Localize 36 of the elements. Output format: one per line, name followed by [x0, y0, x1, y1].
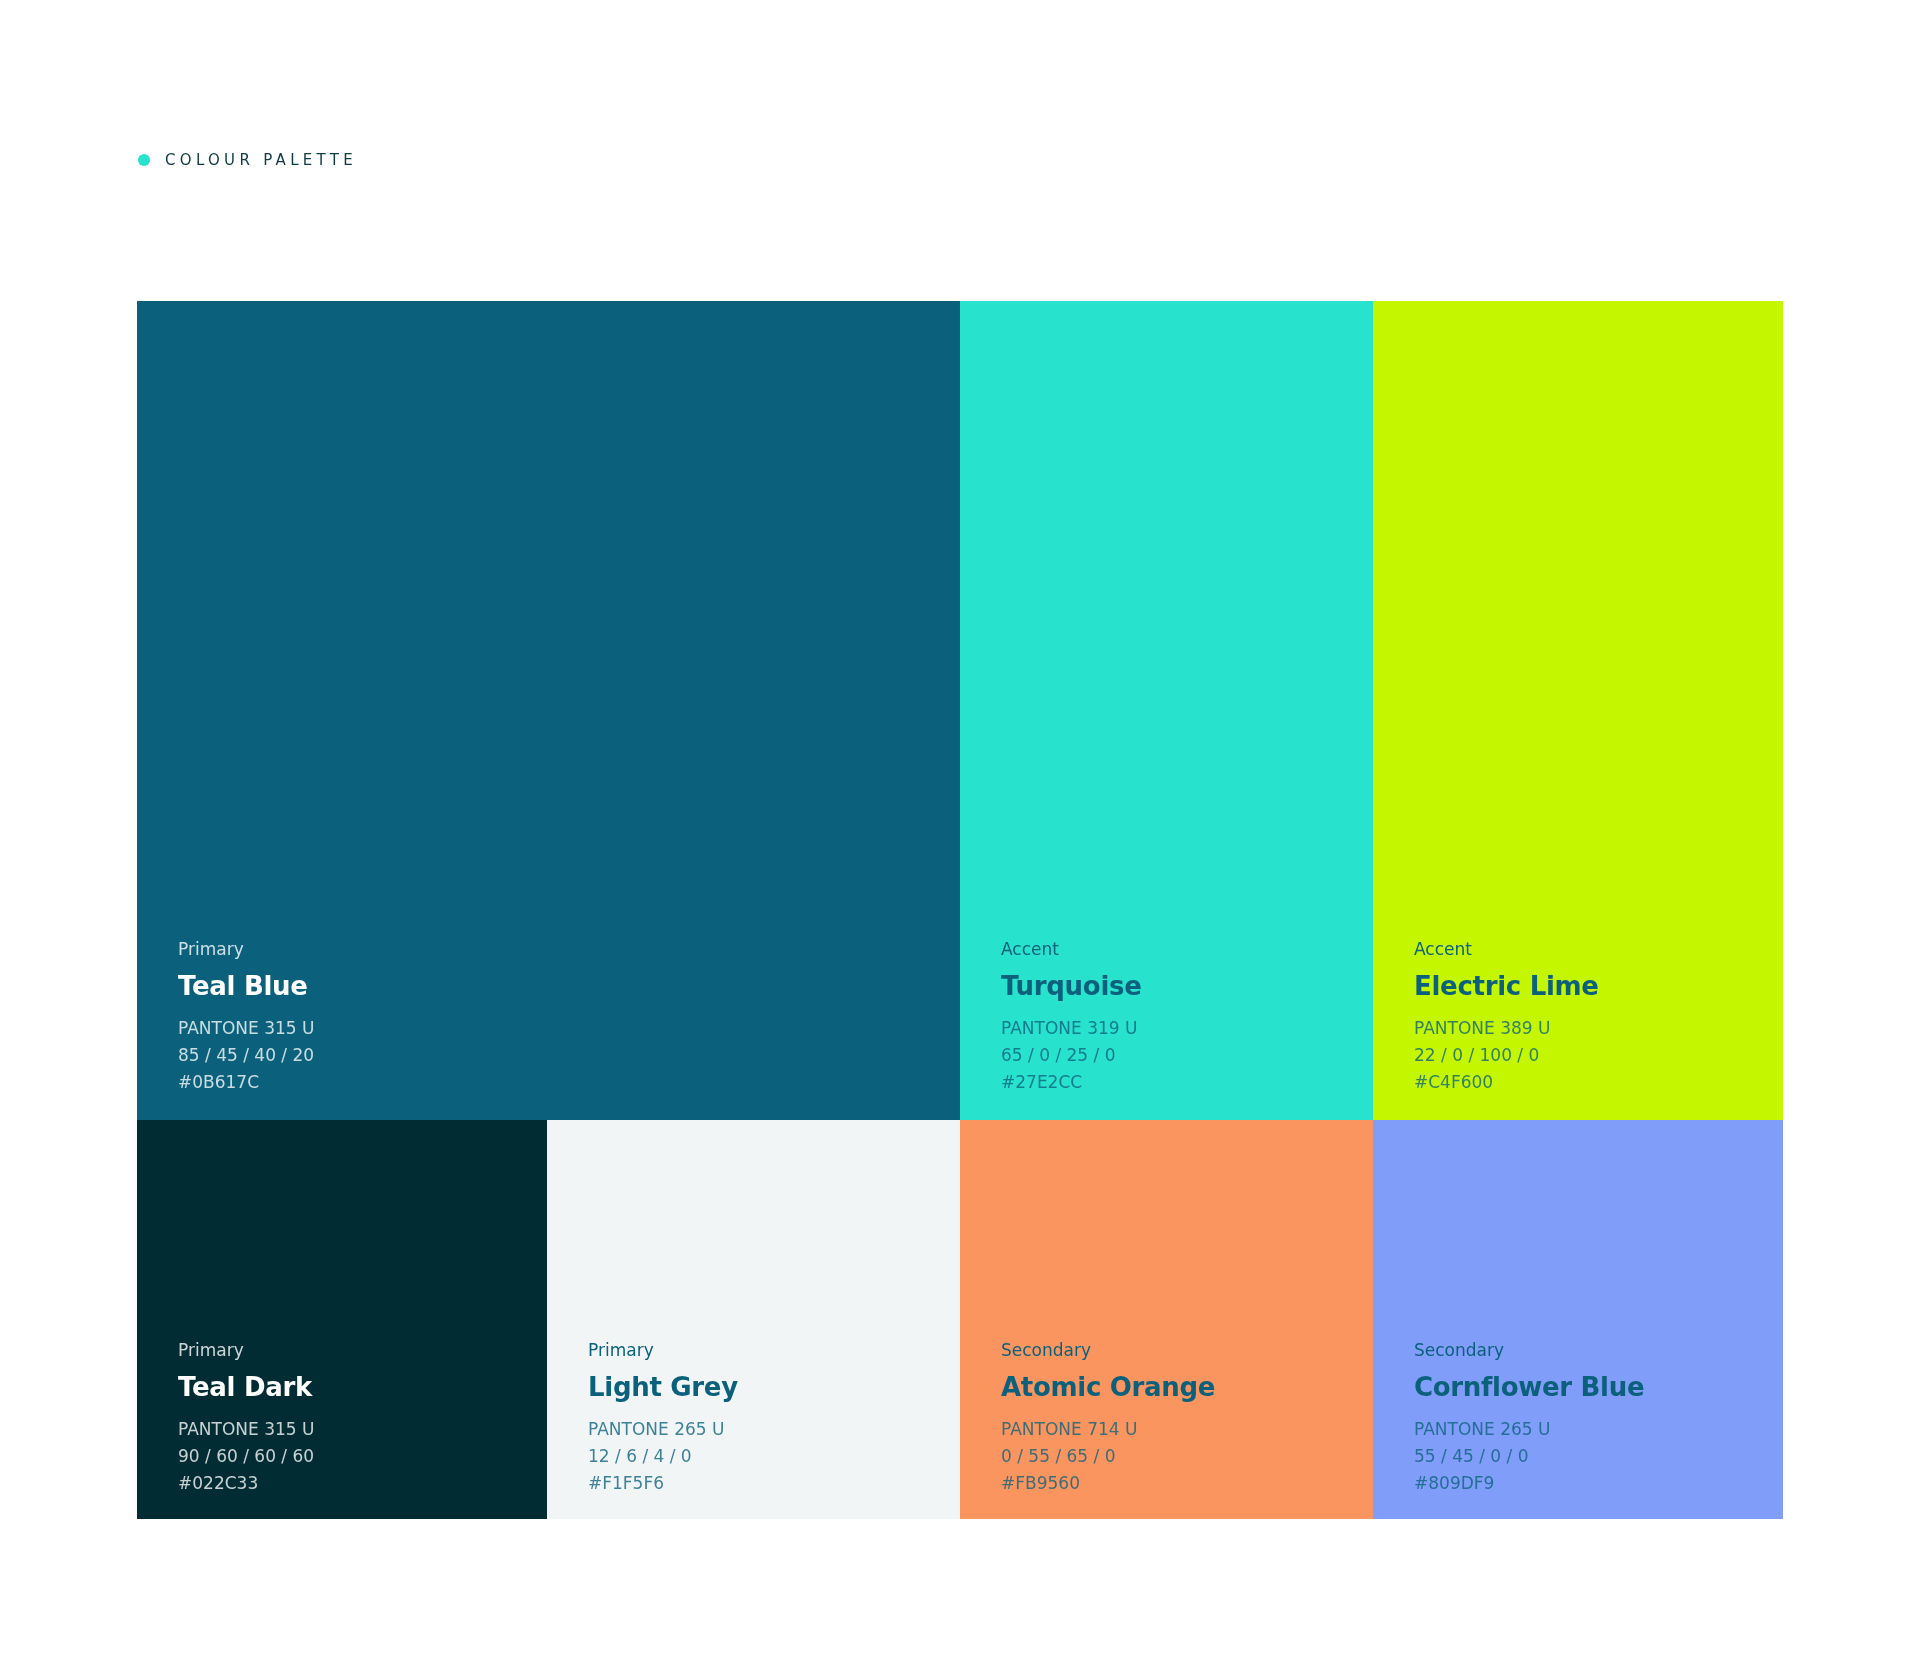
swatch-role: Primary — [588, 1340, 654, 1360]
swatch-role: Accent — [1001, 939, 1059, 959]
pantone-code: PANTONE 389 U — [1414, 1017, 1551, 1040]
swatch-name: Electric Lime — [1414, 971, 1599, 1001]
hex-code: #022C33 — [178, 1472, 259, 1495]
hex-code: #809DF9 — [1414, 1472, 1495, 1495]
swatch-role: Primary — [178, 939, 244, 959]
cmyk-values: 65 / 0 / 25 / 0 — [1001, 1044, 1116, 1067]
cmyk-values: 12 / 6 / 4 / 0 — [588, 1445, 692, 1468]
pantone-code: PANTONE 714 U — [1001, 1418, 1138, 1441]
hex-code: #C4F600 — [1414, 1071, 1494, 1094]
swatch-name: Cornflower Blue — [1414, 1372, 1645, 1402]
swatch-role: Secondary — [1001, 1340, 1092, 1360]
cmyk-values: 22 / 0 / 100 / 0 — [1414, 1044, 1540, 1067]
swatch-name: Atomic Orange — [1001, 1372, 1216, 1402]
swatch-role: Secondary — [1414, 1340, 1505, 1360]
swatch-name: Teal Blue — [178, 971, 308, 1001]
cmyk-values: 55 / 45 / 0 / 0 — [1414, 1445, 1529, 1468]
pantone-code: PANTONE 265 U — [1414, 1418, 1551, 1441]
pantone-code: PANTONE 319 U — [1001, 1017, 1138, 1040]
pantone-code: PANTONE 265 U — [588, 1418, 725, 1441]
hex-code: #0B617C — [178, 1071, 260, 1094]
hex-code: #FB9560 — [1001, 1472, 1080, 1495]
swatch-role: Primary — [178, 1340, 244, 1360]
cmyk-values: 90 / 60 / 60 / 60 — [178, 1445, 315, 1468]
hex-code: #27E2CC — [1001, 1071, 1083, 1094]
swatch-name: Light Grey — [588, 1372, 738, 1402]
swatch-role: Accent — [1414, 939, 1472, 959]
swatch-name: Teal Dark — [178, 1372, 312, 1402]
pantone-code: PANTONE 315 U — [178, 1017, 315, 1040]
hex-code: #F1F5F6 — [588, 1472, 665, 1495]
swatch-name: Turquoise — [1001, 971, 1142, 1001]
section-title: COLOUR PALETTE — [165, 151, 357, 169]
cmyk-values: 0 / 55 / 65 / 0 — [1001, 1445, 1116, 1468]
pantone-code: PANTONE 315 U — [178, 1418, 315, 1441]
cmyk-values: 85 / 45 / 40 / 20 — [178, 1044, 315, 1067]
